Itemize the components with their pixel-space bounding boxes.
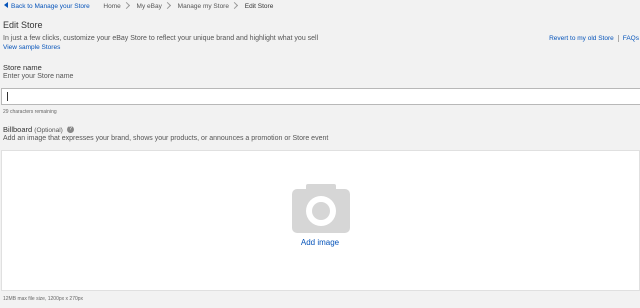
view-sample-stores-link[interactable]: View sample Stores (3, 44, 60, 51)
chevron-right-icon (122, 1, 130, 9)
billboard-description: Add an image that expresses your brand, … (3, 135, 329, 142)
breadcrumb-current: Edit Store (244, 3, 274, 10)
faqs-link[interactable]: FAQs (623, 35, 639, 42)
back-arrow-icon (4, 2, 8, 9)
back-to-manage-store-link[interactable]: Back to Manage your Store (4, 2, 92, 10)
add-image-link[interactable]: Add image (0, 238, 640, 247)
breadcrumb-home-link[interactable]: Home (103, 3, 120, 10)
page-title: Edit Store (3, 20, 43, 30)
question-icon[interactable]: ? (66, 125, 74, 133)
top-links: Revert to my old Store FAQs (549, 35, 639, 42)
divider (617, 35, 619, 42)
store-name-input[interactable] (1, 88, 640, 105)
store-name-label: Store name (3, 63, 42, 72)
store-name-sublabel: Enter your Store name (3, 73, 74, 80)
billboard-label-row: Billboard (Optional) ? (3, 125, 74, 134)
optional-label: (Optional) (34, 127, 63, 134)
breadcrumb-manage-store-link[interactable]: Manage my Store (178, 3, 229, 10)
character-counter: 29 characters remaining (3, 109, 57, 115)
billboard-label: Billboard (3, 125, 33, 134)
camera-icon[interactable] (292, 184, 350, 233)
chevron-right-icon (163, 1, 171, 9)
page-intro: In just a few clicks, customize your eBa… (3, 35, 319, 42)
chevron-right-icon (230, 1, 239, 9)
file-size-note: 12MB max file size, 1200px x 270px (3, 296, 84, 302)
text-cursor (7, 92, 8, 101)
breadcrumb: Back to Manage your Store Home My eBay M… (4, 1, 274, 10)
breadcrumb-my-ebay-link[interactable]: My eBay (137, 3, 162, 10)
revert-old-store-link[interactable]: Revert to my old Store (549, 35, 614, 42)
